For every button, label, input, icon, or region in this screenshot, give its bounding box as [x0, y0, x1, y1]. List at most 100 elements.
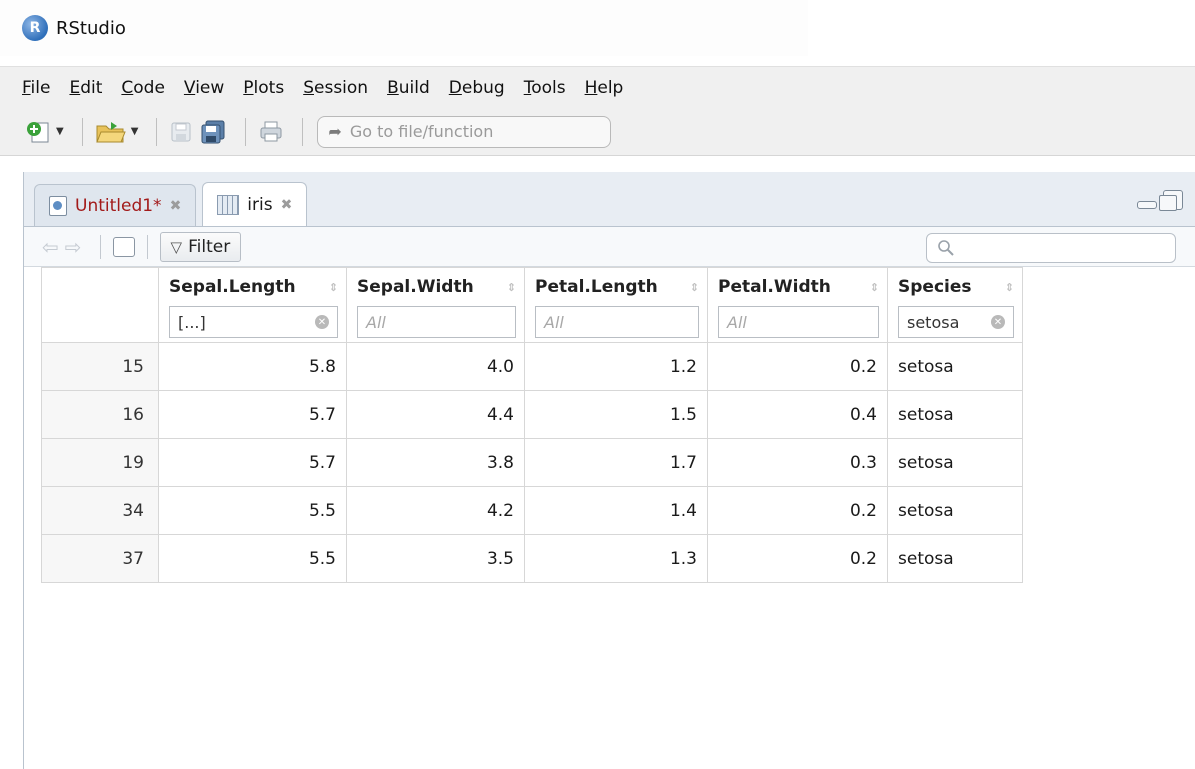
- tab-iris[interactable]: iris ✖: [202, 182, 308, 226]
- menu-bar: File Edit Code View Plots Session Build Debug To…: [0, 66, 1195, 108]
- sort-icon[interactable]: ⇕: [870, 281, 879, 294]
- menu-label-rest: lots: [253, 77, 285, 98]
- menu-accelerator: F: [22, 77, 31, 98]
- table-cell: 4.2: [346, 486, 525, 535]
- column-header-label: Sepal.Width ⇕: [357, 274, 516, 300]
- forward-arrow-icon[interactable]: ⇨: [65, 235, 82, 259]
- row-number: 34: [41, 486, 159, 535]
- menu-label-rest: uild: [398, 77, 430, 98]
- menu-item-file[interactable]: File: [22, 78, 50, 98]
- save-icon: [171, 122, 191, 141]
- table-cell: 1.7: [524, 438, 708, 487]
- menu-item-session[interactable]: Session: [303, 78, 368, 98]
- menu-item-edit[interactable]: Edit: [69, 78, 102, 98]
- column-filter-value: [...]: [178, 312, 206, 332]
- menu-item-debug[interactable]: Debug: [449, 78, 505, 98]
- menu-accelerator: S: [303, 77, 314, 98]
- back-arrow-icon[interactable]: ⇦: [42, 235, 59, 259]
- menu-item-view[interactable]: View: [184, 78, 224, 98]
- go-to-file-input[interactable]: ➦ Go to file/function: [317, 115, 612, 148]
- open-project-button[interactable]: ▼: [95, 116, 138, 148]
- table-cell: 4.0: [346, 342, 525, 391]
- column-name: Species: [898, 277, 972, 297]
- column-filter-input[interactable]: [...] ✕: [169, 306, 338, 338]
- table-cell: 3.8: [346, 438, 525, 487]
- save-all-button[interactable]: [199, 116, 227, 148]
- data-table: Sepal.Length ⇕ [...] ✕ Sepal.Width ⇕ All Petal.…: [41, 267, 1023, 583]
- column-filter-input[interactable]: All: [535, 306, 699, 338]
- save-button[interactable]: [169, 116, 193, 148]
- toolbar-divider: [99, 234, 101, 259]
- row-number: 37: [41, 534, 159, 583]
- print-button[interactable]: [258, 116, 284, 148]
- show-in-new-window-icon[interactable]: [112, 236, 135, 257]
- column-header-petal-width[interactable]: Petal.Width ⇕ All: [707, 267, 888, 343]
- table-cell: 5.7: [158, 390, 347, 439]
- filter-label: Filter: [188, 236, 231, 257]
- clear-filter-icon[interactable]: ✕: [991, 315, 1005, 329]
- table-row: 19 5.7 3.8 1.7 0.3 setosa: [41, 438, 1023, 487]
- sort-icon[interactable]: ⇕: [1005, 281, 1014, 294]
- toolbar-divider: [146, 234, 148, 259]
- clear-filter-icon[interactable]: ✕: [315, 315, 329, 329]
- tab-untitled1[interactable]: Untitled1* ✖: [34, 184, 197, 226]
- menu-accelerator: P: [243, 77, 254, 98]
- column-filter-input[interactable]: All: [718, 306, 879, 338]
- menu-item-help[interactable]: Help: [585, 78, 624, 98]
- title-bar: R RStudio: [0, 0, 808, 56]
- menu-label-rest: ode: [133, 77, 165, 98]
- column-filter-input[interactable]: setosa ✕: [898, 306, 1014, 338]
- sort-icon[interactable]: ⇕: [690, 281, 699, 294]
- app-title: RStudio: [56, 17, 126, 39]
- column-header-label: Petal.Width ⇕: [718, 274, 879, 300]
- menu-label-rest: dit: [80, 77, 103, 98]
- table-row: 34 5.5 4.2 1.4 0.2 setosa: [41, 486, 1023, 535]
- toolbar-divider: [245, 117, 247, 146]
- menu-item-tools[interactable]: Tools: [524, 78, 566, 98]
- column-filter-value: setosa: [907, 312, 960, 332]
- menu-item-build[interactable]: Build: [387, 78, 430, 98]
- filter-button[interactable]: ▽ Filter: [159, 231, 242, 262]
- menu-accelerator: D: [448, 77, 462, 98]
- funnel-icon: ▽: [170, 237, 183, 256]
- menu-accelerator: V: [183, 77, 196, 98]
- sort-icon[interactable]: ⇕: [329, 281, 338, 294]
- table-cell: 0.2: [707, 534, 888, 583]
- column-filter-input[interactable]: All: [357, 306, 516, 338]
- table-cell: 5.5: [158, 534, 347, 583]
- menu-item-plots[interactable]: Plots: [243, 78, 284, 98]
- new-file-button[interactable]: ▼: [26, 116, 64, 148]
- maximize-pane-icon[interactable]: [1159, 190, 1183, 211]
- column-header-sepal-width[interactable]: Sepal.Width ⇕ All: [346, 267, 525, 343]
- column-name: Petal.Length: [535, 277, 658, 297]
- printer-icon: [260, 121, 282, 141]
- close-icon[interactable]: ✖: [281, 197, 293, 213]
- table-cell: setosa: [887, 342, 1023, 391]
- viewer-toolbar: ⇦ ⇨ ▽ Filter: [24, 227, 1195, 267]
- table-cell: 0.2: [707, 342, 888, 391]
- search-input[interactable]: [926, 233, 1176, 263]
- menu-label-rest: ession: [314, 77, 369, 98]
- menu-label-rest: ools: [531, 77, 566, 98]
- table-cell: setosa: [887, 390, 1023, 439]
- column-filter-value: All: [727, 312, 747, 332]
- column-header-species[interactable]: Species ⇕ setosa ✕: [887, 267, 1023, 343]
- sort-icon[interactable]: ⇕: [507, 281, 516, 294]
- column-header-label: Species ⇕: [898, 274, 1014, 300]
- table-row: 15 5.8 4.0 1.2 0.2 setosa: [41, 342, 1023, 391]
- row-number-header: [41, 267, 159, 343]
- toolbar-divider: [81, 117, 83, 146]
- column-filter-value: All: [366, 312, 386, 332]
- close-icon[interactable]: ✖: [170, 198, 182, 214]
- table-cell: 5.8: [158, 342, 347, 391]
- table-row: 16 5.7 4.4 1.5 0.4 setosa: [41, 390, 1023, 439]
- tab-label: Untitled1*: [75, 195, 162, 216]
- table-cell: 1.2: [524, 342, 708, 391]
- chevron-down-icon: ▼: [56, 126, 64, 137]
- menu-item-code[interactable]: Code: [121, 78, 165, 98]
- column-header-sepal-length[interactable]: Sepal.Length ⇕ [...] ✕: [158, 267, 347, 343]
- minimize-pane-icon[interactable]: [1137, 201, 1157, 209]
- table-cell: 3.5: [346, 534, 525, 583]
- column-header-petal-length[interactable]: Petal.Length ⇕ All: [524, 267, 708, 343]
- main-toolbar: ▼ ▼ ➦ Go to file/function: [0, 108, 1195, 156]
